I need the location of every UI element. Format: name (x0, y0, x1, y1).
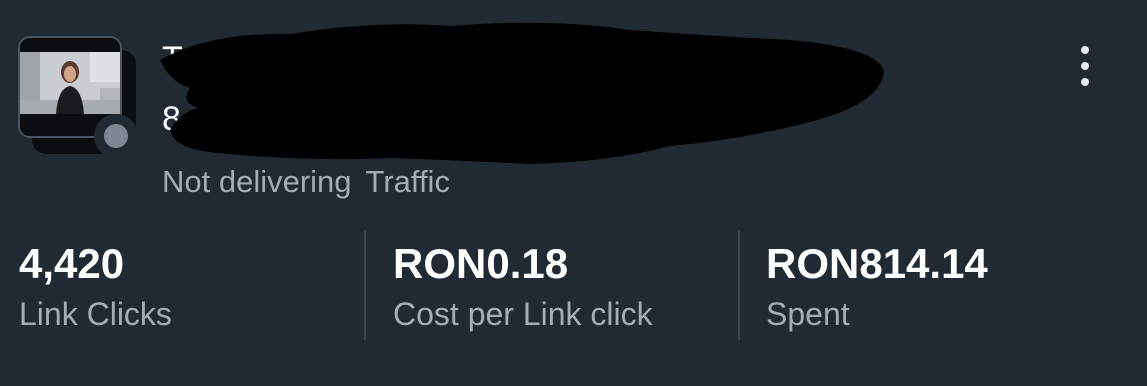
metric-label: Spent (766, 296, 850, 332)
metric-divider (738, 230, 740, 340)
metric-value: 4,420 (19, 240, 125, 287)
metrics-row: 4,420 Link Clicks RON0.18 Cost per Link … (0, 228, 1147, 340)
metric-value: RON0.18 (393, 240, 569, 287)
more-options-button[interactable] (1068, 44, 1104, 88)
metric-divider (364, 230, 366, 340)
status-line: Not delivering Traffic (162, 164, 450, 200)
metric-value: RON814.14 (766, 240, 988, 287)
metric-cost-per-link-click[interactable]: RON0.18 Cost per Link click (393, 228, 723, 340)
metric-link-clicks[interactable]: 4,420 Link Clicks (19, 228, 349, 340)
campaign-card[interactable]: T 8 Not deliveringTraffic 4,420 Link Cli… (0, 0, 1147, 386)
redaction-scribble (160, 22, 884, 164)
status-dot-icon (104, 124, 128, 148)
ad-thumbnail[interactable] (18, 36, 138, 158)
metric-label: Cost per Link click (393, 296, 653, 332)
metric-label: Link Clicks (19, 296, 172, 332)
delivery-status: Not delivering (162, 164, 352, 199)
metric-spent[interactable]: RON814.14 Spent (766, 228, 1126, 340)
campaign-objective: Traffic (365, 164, 450, 199)
